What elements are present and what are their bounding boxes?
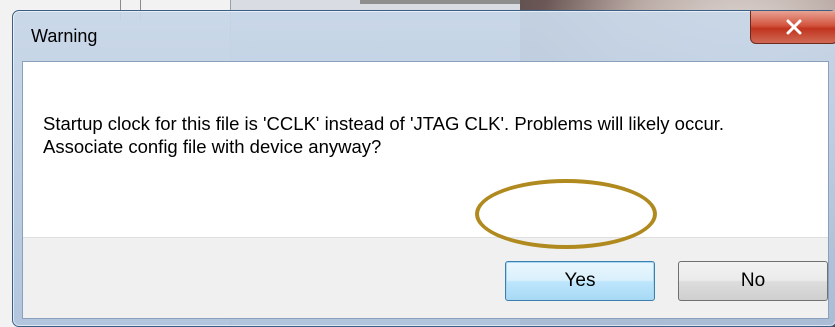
close-icon: [786, 19, 802, 35]
dialog-title: Warning: [31, 26, 98, 46]
close-button[interactable]: [750, 11, 835, 44]
message-line: Associate config file with device anyway…: [43, 136, 382, 157]
warning-dialog: Warning Startup clock for this file is '…: [12, 10, 835, 327]
warning-message: Startup clock for this file is 'CCLK' in…: [43, 112, 803, 158]
yes-button[interactable]: Yes: [505, 261, 655, 301]
no-button[interactable]: No: [678, 261, 828, 301]
title-bar[interactable]: Warning: [13, 11, 835, 51]
message-line: Startup clock for this file is 'CCLK' in…: [43, 113, 725, 134]
button-bar: Yes No: [23, 237, 828, 318]
dialog-content: Startup clock for this file is 'CCLK' in…: [22, 61, 829, 319]
